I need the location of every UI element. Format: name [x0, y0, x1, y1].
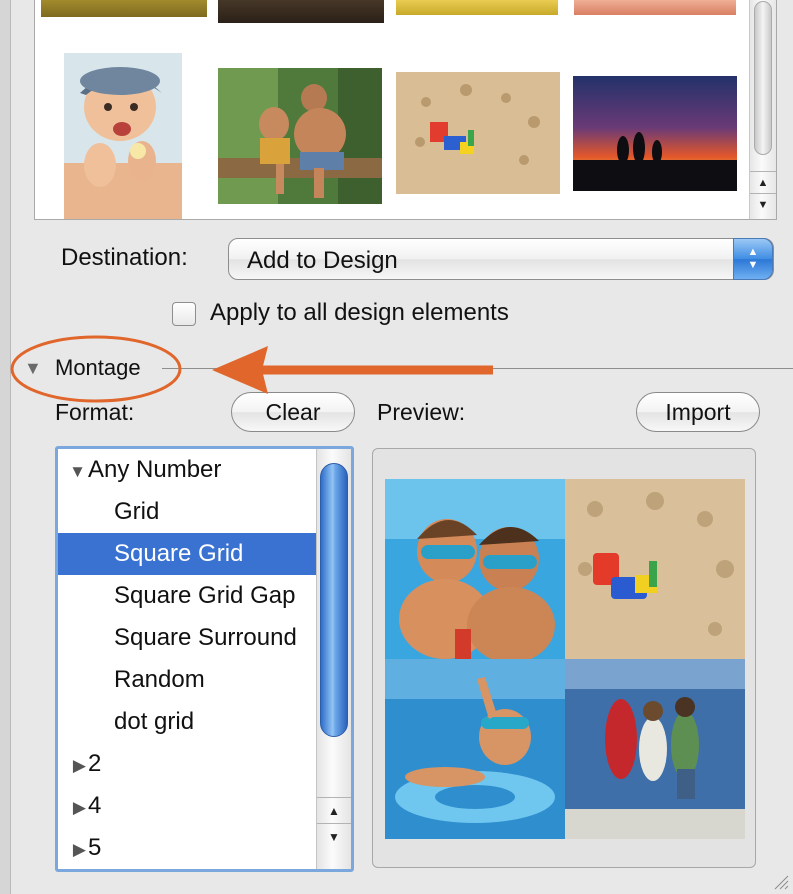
- annotation-arrowhead: [212, 346, 268, 394]
- list-item-group[interactable]: ▶5: [58, 827, 330, 869]
- scroll-down-arrow-icon[interactable]: ▼: [750, 193, 776, 216]
- clear-button[interactable]: Clear: [231, 392, 355, 432]
- disclosure-triangle-icon[interactable]: ▼: [24, 358, 42, 379]
- list-item-group[interactable]: ▶2: [58, 743, 330, 785]
- section-divider: [162, 368, 793, 369]
- photo-thumbnail[interactable]: [41, 0, 207, 17]
- list-item-group[interactable]: ▼Any Number: [58, 449, 330, 491]
- preview-panel: [372, 448, 756, 868]
- list-item[interactable]: dot grid: [58, 701, 351, 743]
- expanded-triangle-icon[interactable]: ▼: [68, 451, 86, 491]
- apply-all-checkbox[interactable]: [172, 302, 196, 326]
- sunset-silhouettes-photo[interactable]: [573, 76, 737, 191]
- collapsed-triangle-icon[interactable]: ▶: [68, 787, 86, 827]
- list-item-label: Square Surround: [114, 624, 297, 651]
- montage-section-title[interactable]: Montage: [55, 355, 141, 381]
- list-item-label: Square Grid Gap: [114, 582, 296, 609]
- list-item-label: Grid: [114, 498, 160, 525]
- photo-thumbnail[interactable]: [574, 0, 736, 15]
- scroll-down-arrow-icon[interactable]: ▼: [317, 823, 351, 850]
- window-edge: [0, 0, 11, 894]
- scroll-up-arrow-icon[interactable]: ▲: [750, 171, 776, 194]
- list-item-label: 2: [88, 750, 102, 777]
- destination-popup[interactable]: Add to Design ▲ ▼: [228, 238, 774, 280]
- photo-browser-scrollbar[interactable]: ▲ ▼: [749, 0, 776, 219]
- apply-all-label[interactable]: Apply to all design elements: [210, 299, 509, 327]
- list-item-group[interactable]: ▶4: [58, 785, 330, 827]
- kids-on-dock-photo: [565, 659, 745, 839]
- sandcastle-toys-photo[interactable]: [396, 72, 560, 194]
- boys-with-goggles-photo: [385, 479, 565, 659]
- list-item-label: 4: [88, 792, 102, 819]
- list-item-label: Square Grid: [114, 540, 244, 567]
- list-item[interactable]: Random: [58, 659, 351, 701]
- list-item[interactable]: Square Grid Gap: [58, 575, 351, 617]
- scroll-up-arrow-icon[interactable]: ▲: [317, 797, 351, 824]
- list-item-selected[interactable]: Square Grid: [58, 533, 351, 575]
- father-son-fishing-photo[interactable]: [218, 68, 382, 204]
- preview-label: Preview:: [377, 399, 466, 425]
- boy-in-pool-ring-photo: [385, 659, 565, 839]
- photo-browser[interactable]: ▲ ▼: [34, 0, 777, 220]
- collapsed-triangle-icon[interactable]: ▶: [68, 829, 86, 869]
- list-item-label: Any Number: [88, 456, 222, 483]
- sandcastle-toys-photo: [565, 479, 745, 659]
- popup-arrows-icon: ▲ ▼: [733, 238, 773, 280]
- format-list-scrollbar[interactable]: ▲ ▼: [316, 449, 351, 869]
- format-list[interactable]: ▼Any Number Grid Square Grid Square Grid…: [55, 446, 354, 872]
- toddler-photo[interactable]: [64, 53, 182, 219]
- scroll-thumb[interactable]: [754, 1, 772, 155]
- list-item-label: Random: [114, 666, 205, 693]
- photo-thumbnail[interactable]: [396, 0, 558, 15]
- format-label: Format:: [55, 399, 135, 425]
- list-item[interactable]: Grid: [58, 491, 351, 533]
- list-item-label: 5: [88, 834, 102, 861]
- list-item[interactable]: Square Surround: [58, 617, 351, 659]
- import-button[interactable]: Import: [636, 392, 760, 432]
- scroll-thumb[interactable]: [320, 463, 348, 737]
- photo-thumbnail[interactable]: [218, 0, 384, 23]
- list-item-label: dot grid: [114, 708, 195, 735]
- collapsed-triangle-icon[interactable]: ▶: [68, 745, 86, 785]
- destination-label: Destination:: [61, 244, 188, 271]
- resize-grip-icon[interactable]: [773, 874, 789, 890]
- destination-value: Add to Design: [247, 247, 398, 274]
